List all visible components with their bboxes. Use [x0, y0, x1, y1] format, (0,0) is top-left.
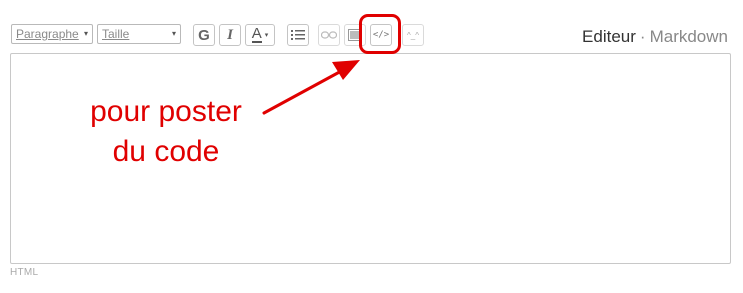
annotation-text: pour poster du code [76, 92, 256, 172]
annotation-line-2: du code [112, 135, 220, 168]
annotation-line-1: pour poster [90, 95, 242, 128]
